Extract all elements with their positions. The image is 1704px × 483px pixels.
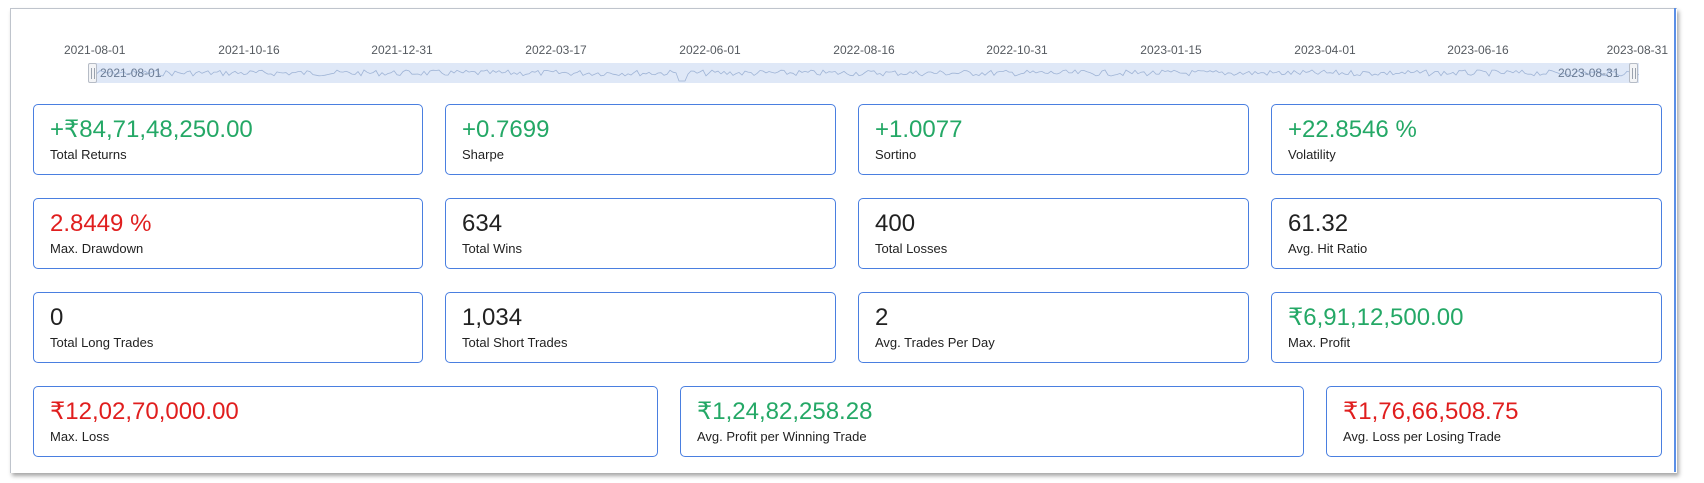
stat-card-total-returns: +₹84,71,48,250.00 Total Returns [33, 104, 423, 175]
axis-tick: 2022-08-16 [833, 43, 895, 57]
stat-card-sharpe: +0.7699 Sharpe [445, 104, 836, 175]
stat-card-avg-hit-ratio: 61.32 Avg. Hit Ratio [1271, 198, 1662, 269]
stat-value: +1.0077 [875, 116, 963, 143]
axis-tick: 2022-06-01 [679, 43, 741, 57]
stat-value: +₹84,71,48,250.00 [50, 116, 253, 143]
stat-card-avg-profit-per-winning-trade: ₹1,24,82,258.28 Avg. Profit per Winning … [680, 386, 1304, 457]
stat-value: 61.32 [1288, 210, 1349, 237]
timeline-axis: 2021-08-01 2021-10-16 2021-12-31 2022-03… [0, 43, 1704, 59]
stat-card-max-drawdown: 2.8449 % Max. Drawdown [33, 198, 423, 269]
stat-label: Total Wins [462, 241, 522, 256]
axis-tick: 2023-06-16 [1447, 43, 1509, 57]
stat-label: Max. Drawdown [50, 241, 144, 256]
stat-label: Max. Loss [50, 429, 110, 444]
stat-value: ₹6,91,12,500.00 [1288, 304, 1464, 331]
stat-card-total-losses: 400 Total Losses [858, 198, 1249, 269]
stat-value: 1,034 [462, 304, 523, 331]
stat-card-sortino: +1.0077 Sortino [858, 104, 1249, 175]
range-sparkline [92, 69, 1639, 82]
range-end-handle[interactable] [1629, 63, 1638, 83]
stat-label: Avg. Profit per Winning Trade [697, 429, 867, 444]
stat-value: 2.8449 % [50, 210, 152, 237]
axis-tick: 2023-04-01 [1294, 43, 1356, 57]
stat-card-total-wins: 634 Total Wins [445, 198, 836, 269]
stat-card-avg-trades-per-day: 2 Avg. Trades Per Day [858, 292, 1249, 363]
stat-value: ₹1,24,82,258.28 [697, 398, 873, 425]
range-start-label: 2021-08-01 [100, 66, 162, 80]
axis-tick: 2022-03-17 [525, 43, 587, 57]
stat-label: Max. Profit [1288, 335, 1351, 350]
stat-label: Sharpe [462, 147, 504, 162]
stat-card-total-short-trades: 1,034 Total Short Trades [445, 292, 836, 363]
stat-value: 634 [462, 210, 503, 237]
date-range-slider[interactable] [92, 63, 1639, 83]
panel-edge [1674, 8, 1676, 472]
stat-value: ₹12,02,70,000.00 [50, 398, 239, 425]
stat-label: Avg. Hit Ratio [1288, 241, 1368, 256]
stat-label: Sortino [875, 147, 917, 162]
stat-value: +22.8546 % [1288, 116, 1417, 143]
axis-tick: 2021-10-16 [218, 43, 280, 57]
stat-value: +0.7699 [462, 116, 550, 143]
range-start-handle[interactable] [88, 63, 97, 83]
stat-label: Total Short Trades [462, 335, 568, 350]
stat-label: Total Long Trades [50, 335, 154, 350]
axis-tick: 2021-12-31 [371, 43, 433, 57]
stat-card-avg-loss-per-losing-trade: ₹1,76,66,508.75 Avg. Loss per Losing Tra… [1326, 386, 1662, 457]
stat-card-max-profit: ₹6,91,12,500.00 Max. Profit [1271, 292, 1662, 363]
sparkline-path [92, 69, 1639, 82]
stat-label: Volatility [1288, 147, 1336, 162]
stat-card-volatility: +22.8546 % Volatility [1271, 104, 1662, 175]
stat-card-total-long-trades: 0 Total Long Trades [33, 292, 423, 363]
stat-label: Avg. Trades Per Day [875, 335, 995, 350]
axis-tick: 2022-10-31 [986, 43, 1048, 57]
stat-label: Total Losses [875, 241, 948, 256]
stat-label: Avg. Loss per Losing Trade [1343, 429, 1502, 444]
axis-tick: 2021-08-01 [64, 43, 126, 57]
stat-card-max-loss: ₹12,02,70,000.00 Max. Loss [33, 386, 658, 457]
stat-value: 2 [875, 304, 889, 331]
stat-label: Total Returns [50, 147, 127, 162]
stat-value: 400 [875, 210, 916, 237]
axis-tick: 2023-01-15 [1140, 43, 1202, 57]
range-end-label: 2023-08-31 [1558, 66, 1620, 80]
stat-value: ₹1,76,66,508.75 [1343, 398, 1519, 425]
axis-tick: 2023-08-31 [1606, 43, 1668, 57]
stat-value: 0 [50, 304, 64, 331]
